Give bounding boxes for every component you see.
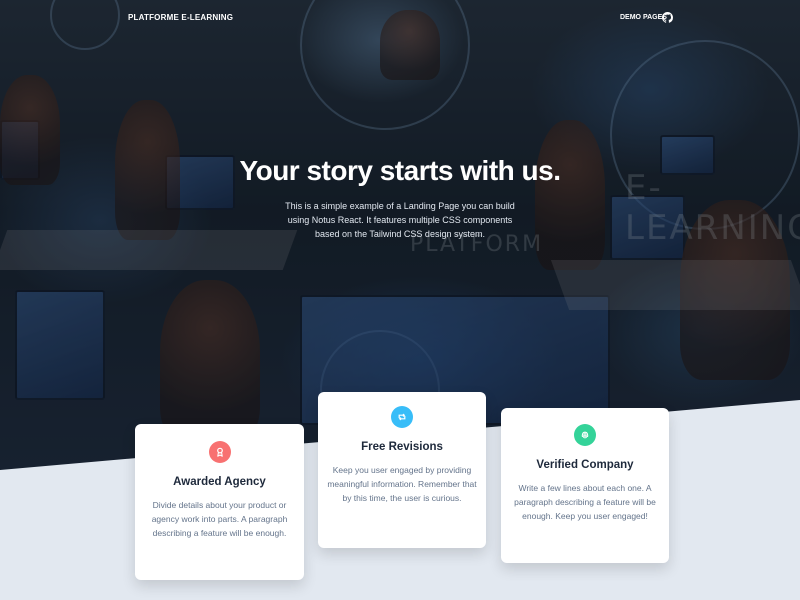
card-text: Keep you user engaged by providing meani… xyxy=(327,465,477,503)
brand-link[interactable]: PLATFORME E-LEARNING xyxy=(128,13,233,22)
top-navbar: PLATFORME E-LEARNING DEMO PAGES xyxy=(0,0,800,38)
fingerprint-icon xyxy=(574,424,596,446)
award-icon xyxy=(208,441,231,463)
feature-card-verified-company: Verified Company Write a few lines about… xyxy=(501,408,669,563)
demo-pages-link[interactable]: DEMO PAGES xyxy=(620,14,667,21)
hero-headline: Your story starts with us. This is a sim… xyxy=(200,155,600,241)
card-title: Verified Company xyxy=(536,459,634,471)
card-text: Write a few lines about each one. A para… xyxy=(514,483,656,521)
card-title: Awarded Agency xyxy=(173,476,266,488)
card-text: Divide details about your product or age… xyxy=(151,500,288,538)
retweet-icon xyxy=(391,406,413,428)
feature-card-free-revisions: Free Revisions Keep you user engaged by … xyxy=(318,392,486,548)
hero-description: This is a simple example of a Landing Pa… xyxy=(285,201,515,239)
feature-card-awarded-agency: Awarded Agency Divide details about your… xyxy=(135,424,304,580)
github-icon[interactable] xyxy=(662,12,673,23)
hero-title: Your story starts with us. xyxy=(239,155,562,186)
card-title: Free Revisions xyxy=(361,441,443,453)
